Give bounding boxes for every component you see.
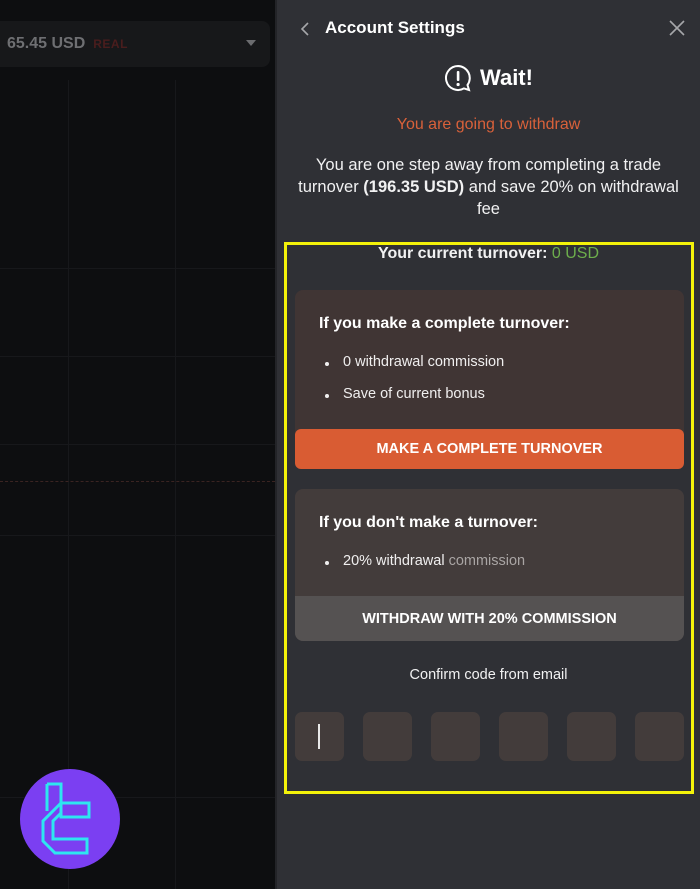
- code-digit-input[interactable]: [499, 712, 548, 761]
- close-button[interactable]: [668, 19, 686, 37]
- complete-turnover-card: If you make a complete turnover: 0 withd…: [295, 290, 684, 469]
- text-cursor: [318, 724, 320, 749]
- bullet-icon: [325, 362, 329, 366]
- benefits-list: 0 withdrawal commission Save of current …: [325, 354, 504, 418]
- logo-glyph-icon: [41, 782, 91, 855]
- list-item-text-muted: commission: [448, 553, 526, 569]
- chevron-left-icon: [300, 22, 309, 36]
- account-type-badge: REAL: [93, 37, 128, 51]
- code-digit-input[interactable]: [295, 712, 344, 761]
- balance-selector[interactable]: 65.45 USD REAL: [0, 21, 270, 67]
- turnover-description: You are one step away from completing a …: [291, 154, 686, 220]
- make-complete-turnover-button[interactable]: MAKE A COMPLETE TURNOVER: [295, 429, 684, 469]
- grid-line: [68, 80, 69, 889]
- wait-title: Wait!: [480, 65, 533, 90]
- caret-down-icon: [246, 40, 256, 46]
- panel-header: Account Settings: [277, 0, 700, 58]
- penalty-list: 20% withdrawal commission: [325, 553, 525, 585]
- withdraw-with-commission-button[interactable]: WITHDRAW WITH 20% COMMISSION: [295, 596, 684, 641]
- close-icon: [669, 20, 685, 36]
- bullet-icon: [325, 394, 329, 398]
- grid-line: [0, 444, 275, 445]
- back-button[interactable]: [297, 18, 315, 40]
- account-settings-panel: Account Settings Wait! You are going to …: [275, 0, 700, 889]
- turnover-amount: (196.35 USD): [363, 178, 465, 196]
- card-title: If you make a complete turnover:: [319, 315, 570, 332]
- list-item: 20% withdrawal commission: [325, 553, 525, 585]
- grid-line: [0, 356, 275, 357]
- list-item-text: Save of current bonus: [343, 386, 485, 402]
- balance-amount: 65.45 USD: [7, 35, 86, 52]
- no-turnover-card: If you don't make a turnover: 20% withdr…: [295, 489, 684, 641]
- confirm-code-label: Confirm code from email: [409, 667, 568, 683]
- trading-background: 65.45 USD REAL: [0, 0, 275, 889]
- code-input-group: [295, 712, 684, 761]
- code-digit-input[interactable]: [431, 712, 480, 761]
- list-item: Save of current bonus: [325, 386, 504, 418]
- code-digit-input[interactable]: [363, 712, 412, 761]
- grid-line: [0, 268, 275, 269]
- list-item-text: 0 withdrawal commission: [343, 354, 505, 370]
- bullet-icon: [325, 561, 329, 565]
- card-title: If you don't make a turnover:: [319, 514, 538, 531]
- alert-bubble-icon: [445, 64, 471, 92]
- withdraw-subtitle: You are going to withdraw: [396, 116, 581, 133]
- description-text: and save 20% on withdrawal fee: [464, 178, 679, 218]
- code-digit-input[interactable]: [635, 712, 684, 761]
- brand-logo: [20, 769, 120, 869]
- price-line: [0, 481, 275, 482]
- panel-title: Account Settings: [325, 18, 465, 37]
- grid-line: [0, 535, 275, 536]
- wait-heading: Wait!: [277, 64, 700, 92]
- list-item-text: 20% withdrawal: [343, 553, 445, 569]
- code-digit-input[interactable]: [567, 712, 616, 761]
- screen: 65.45 USD REAL Account Settings Wait! Yo…: [0, 0, 700, 889]
- list-item: 0 withdrawal commission: [325, 354, 504, 386]
- grid-line: [175, 80, 176, 889]
